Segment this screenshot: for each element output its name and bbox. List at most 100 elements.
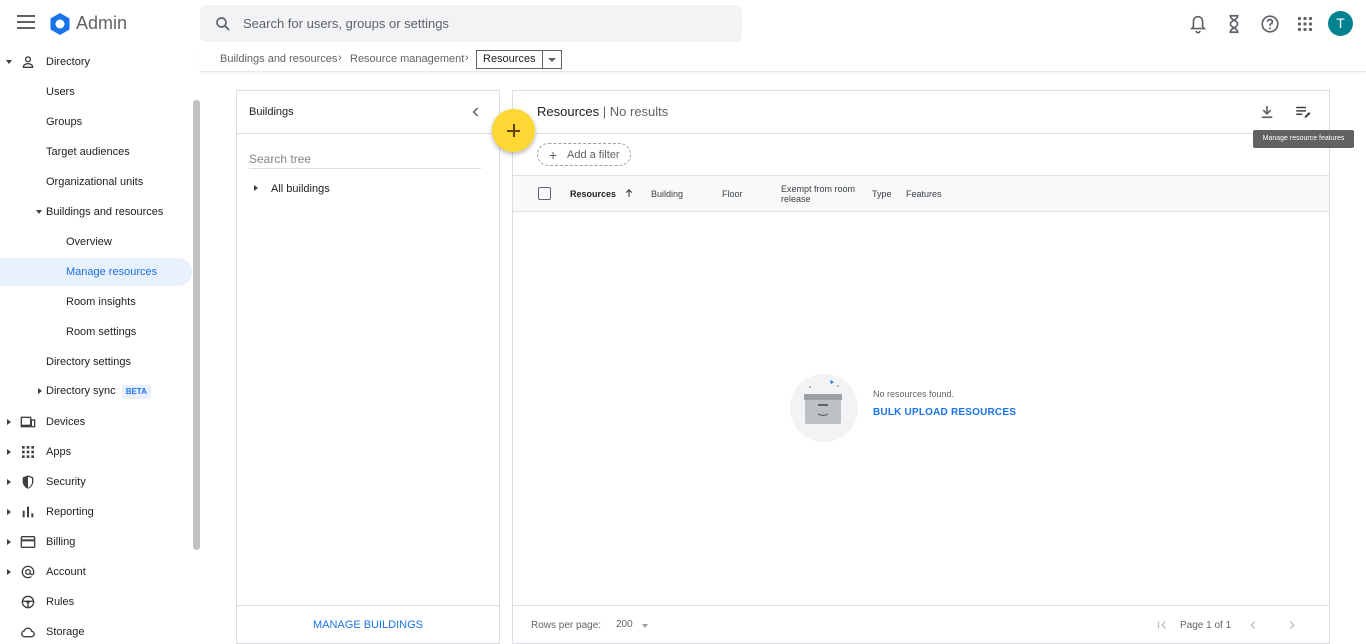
main-menu-icon[interactable] <box>17 15 37 33</box>
breadcrumb-current-selector[interactable]: Resources <box>476 50 562 69</box>
empty-state-message: No resources found. <box>873 389 955 399</box>
sidebar-item-label: Apps <box>46 446 72 458</box>
sidebar-item-directory-sync[interactable]: Directory sync BETA <box>0 377 192 405</box>
sidebar-item-label: Groups <box>46 116 83 128</box>
sidebar-item-room-settings[interactable]: Room settings <box>0 318 192 346</box>
tasks-hourglass-icon[interactable] <box>1223 13 1245 35</box>
bulk-upload-button[interactable]: BULK UPLOAD RESOURCES <box>873 407 1016 418</box>
sidebar-item-label: Storage <box>46 626 85 638</box>
sidebar-item-manage-resources[interactable]: Manage resources <box>0 258 192 286</box>
person-icon <box>22 56 34 68</box>
page-indicator: Page 1 of 1 <box>1180 620 1232 631</box>
tree-node-label: All buildings <box>271 183 330 195</box>
breadcrumb-current-label: Resources <box>477 51 543 68</box>
empty-box-icon <box>790 374 858 442</box>
help-icon[interactable] <box>1259 13 1281 35</box>
sidebar-item-label: Users <box>46 86 75 98</box>
tree-search-input[interactable] <box>249 149 481 169</box>
account-avatar[interactable]: T <box>1328 11 1353 36</box>
sidebar-item-organizational-units[interactable]: Organizational units <box>0 168 192 196</box>
add-filter-button[interactable]: + Add a filter <box>537 143 631 166</box>
sidebar-item-label: Overview <box>66 236 112 248</box>
select-all-checkbox[interactable] <box>538 187 551 200</box>
column-header-features[interactable]: Features <box>906 189 942 199</box>
sidebar-item-label: Security <box>46 476 86 488</box>
chevron-down-icon[interactable] <box>543 51 561 68</box>
divider <box>237 605 499 606</box>
app-name[interactable]: Admin <box>76 13 127 34</box>
first-page-icon[interactable] <box>1155 618 1169 632</box>
manage-buildings-button[interactable]: MANAGE BUILDINGS <box>237 619 499 631</box>
global-search[interactable] <box>200 5 742 42</box>
breadcrumb: Buildings and resources › Resource manag… <box>200 48 1366 72</box>
chevron-down-icon <box>642 624 648 628</box>
sidebar-item-label: Devices <box>46 416 86 428</box>
sidebar-item-apps[interactable]: Apps <box>0 438 192 466</box>
buildings-panel: Buildings All buildings MANAGE BUILDINGS <box>236 90 500 644</box>
sidebar-item-directory[interactable]: Directory <box>0 48 192 76</box>
sidebar-item-label: Billing <box>46 536 76 548</box>
download-icon[interactable] <box>1258 103 1276 121</box>
apps-grid-icon <box>22 446 34 458</box>
top-app-bar: Admin T <box>0 0 1366 48</box>
sidebar-item-label: Account <box>46 566 86 578</box>
apps-grid-icon[interactable] <box>1294 13 1316 35</box>
column-header-floor[interactable]: Floor <box>722 189 743 199</box>
next-page-icon[interactable] <box>1285 618 1299 632</box>
credit-card-icon <box>20 536 36 548</box>
notifications-bell-icon[interactable] <box>1187 13 1209 35</box>
sidebar-item-room-insights[interactable]: Room insights <box>0 288 192 316</box>
shield-icon <box>22 475 34 489</box>
sidebar-item-label: Reporting <box>46 506 94 518</box>
sort-ascending-icon[interactable] <box>625 188 633 198</box>
sidebar-item-overview[interactable]: Overview <box>0 228 192 256</box>
manage-features-tooltip: Manage resource features <box>1253 130 1354 148</box>
sidebar-item-target-audiences[interactable]: Target audiences <box>0 138 192 166</box>
column-header-exempt[interactable]: Exempt from room release <box>781 184 866 204</box>
sidebar-item-label: Directory <box>46 56 91 68</box>
at-sign-icon <box>21 565 35 579</box>
search-input[interactable] <box>243 5 723 42</box>
divider <box>513 605 1329 606</box>
sidebar-item-rules[interactable]: Rules <box>0 588 192 616</box>
admin-logo-icon <box>50 13 70 35</box>
cloud-icon <box>21 627 35 638</box>
rows-per-page-label: Rows per page: <box>531 620 602 631</box>
plus-icon: + <box>549 147 558 163</box>
devices-icon <box>20 416 36 428</box>
divider <box>237 133 499 134</box>
chevron-left-icon[interactable] <box>469 105 483 119</box>
manage-features-icon[interactable] <box>1294 103 1312 121</box>
breadcrumb-item-buildings[interactable]: Buildings and resources <box>220 53 337 65</box>
previous-page-icon[interactable] <box>1246 618 1260 632</box>
results-count: | No results <box>602 104 669 119</box>
sidebar-scrollbar[interactable] <box>193 100 200 550</box>
sidebar-item-devices[interactable]: Devices <box>0 408 192 436</box>
add-resource-fab-button[interactable] <box>492 109 535 152</box>
sidebar-item-label: Directory sync <box>46 385 116 397</box>
sidebar: Directory Users Groups Target audiences … <box>0 48 200 644</box>
sidebar-item-buildings-and-resources[interactable]: Buildings and resources <box>0 198 192 226</box>
tree-node-all-buildings[interactable]: All buildings <box>249 181 399 197</box>
sidebar-item-label: Rules <box>46 596 75 608</box>
column-header-resources[interactable]: Resources <box>570 189 616 199</box>
sidebar-item-groups[interactable]: Groups <box>0 108 192 136</box>
sidebar-item-label: Buildings and resources <box>46 206 164 218</box>
bar-chart-icon <box>22 506 34 518</box>
sidebar-item-security[interactable]: Security <box>0 468 192 496</box>
column-header-building[interactable]: Building <box>651 189 683 199</box>
breadcrumb-item-resource-management[interactable]: Resource management <box>350 53 464 65</box>
rows-per-page-select[interactable]: 200 <box>616 619 650 633</box>
sidebar-item-label: Target audiences <box>46 146 130 158</box>
sidebar-item-users[interactable]: Users <box>0 78 192 106</box>
sidebar-item-storage[interactable]: Storage <box>0 618 192 644</box>
sidebar-item-billing[interactable]: Billing <box>0 528 192 556</box>
rules-wheel-icon <box>21 595 35 609</box>
sidebar-item-directory-settings[interactable]: Directory settings <box>0 348 192 376</box>
chevron-right-icon[interactable] <box>254 185 258 191</box>
sidebar-item-reporting[interactable]: Reporting <box>0 498 192 526</box>
sidebar-item-label: Manage resources <box>66 266 158 278</box>
column-header-type[interactable]: Type <box>872 189 892 199</box>
sidebar-item-label: Room insights <box>66 296 136 308</box>
sidebar-item-account[interactable]: Account <box>0 558 192 586</box>
